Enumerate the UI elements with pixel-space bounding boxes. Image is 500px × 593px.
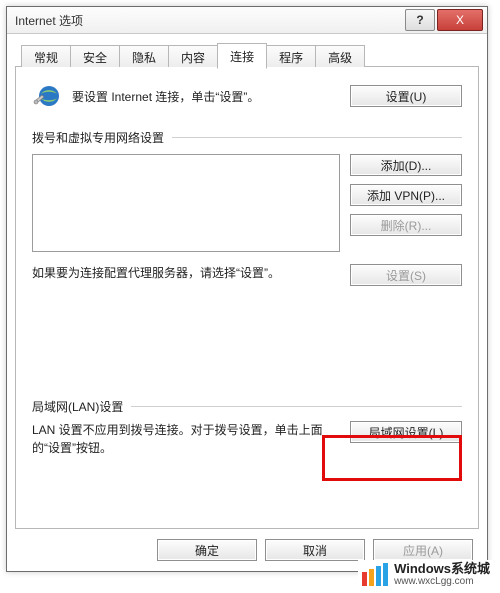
group-divider (131, 406, 462, 407)
ok-button[interactable]: 确定 (157, 539, 257, 561)
dialog-body: 常规 安全 隐私 内容 连接 程序 高级 (15, 43, 479, 529)
setup-button[interactable]: 设置(U) (350, 85, 462, 107)
dialup-row: 添加(D)... 添加 VPN(P)... 删除(R)... (32, 154, 462, 252)
add-vpn-button[interactable]: 添加 VPN(P)... (350, 184, 462, 206)
group-divider (172, 137, 462, 138)
lan-settings-button[interactable]: 局域网设置(L) (350, 421, 462, 443)
lan-group-label: 局域网(LAN)设置 (32, 398, 462, 415)
setup-row: 要设置 Internet 连接，单击“设置”。 设置(U) (32, 81, 462, 111)
bar (362, 572, 367, 586)
watermark-line2: www.wxcLgg.com (394, 576, 490, 587)
connections-listbox[interactable] (32, 154, 340, 252)
bar (376, 566, 381, 586)
help-button[interactable]: ? (405, 9, 435, 31)
lan-text: LAN 设置不应用到拨号连接。对于拨号设置，单击上面的“设置”按钮。 (32, 421, 340, 457)
add-button[interactable]: 添加(D)... (350, 154, 462, 176)
window-title: Internet 选项 (7, 12, 405, 29)
tab-strip: 常规 安全 隐私 内容 连接 程序 高级 (15, 43, 479, 67)
tab-row: 常规 安全 隐私 内容 连接 程序 高级 (21, 45, 364, 69)
bar (383, 563, 388, 586)
tab-general[interactable]: 常规 (21, 45, 71, 68)
watermark-text: Windows系统城 www.wxcLgg.com (394, 562, 490, 587)
tab-connections[interactable]: 连接 (217, 43, 267, 69)
watermark-bars-icon (362, 563, 388, 586)
tab-privacy[interactable]: 隐私 (119, 45, 169, 68)
dialup-group-label-text: 拨号和虚拟专用网络设置 (32, 129, 164, 146)
title-bar: Internet 选项 ? X (7, 7, 487, 34)
tab-advanced[interactable]: 高级 (315, 45, 365, 68)
lan-row: LAN 设置不应用到拨号连接。对于拨号设置，单击上面的“设置”按钮。 局域网设置… (32, 421, 462, 457)
watermark-line1: Windows系统城 (394, 562, 490, 576)
globe-icon (32, 81, 62, 111)
remove-button[interactable]: 删除(R)... (350, 214, 462, 236)
close-button[interactable]: X (437, 9, 483, 31)
tab-page-connections: 要设置 Internet 连接，单击“设置”。 设置(U) 拨号和虚拟专用网络设… (15, 67, 479, 529)
tab-programs[interactable]: 程序 (266, 45, 316, 68)
proxy-row: 如果要为连接配置代理服务器，请选择“设置”。 设置(S) (32, 264, 462, 286)
proxy-text: 如果要为连接配置代理服务器，请选择“设置”。 (32, 264, 340, 282)
lan-group: 局域网(LAN)设置 LAN 设置不应用到拨号连接。对于拨号设置，单击上面的“设… (32, 398, 462, 457)
setup-text: 要设置 Internet 连接，单击“设置”。 (72, 88, 340, 105)
dialog-window: Internet 选项 ? X 常规 安全 隐私 内容 连接 程序 高级 (6, 6, 488, 572)
watermark: Windows系统城 www.wxcLgg.com (358, 560, 494, 589)
cancel-button[interactable]: 取消 (265, 539, 365, 561)
tab-content[interactable]: 内容 (168, 45, 218, 68)
dialup-settings-button[interactable]: 设置(S) (350, 264, 462, 286)
lan-group-label-text: 局域网(LAN)设置 (32, 398, 123, 415)
dialup-group-label: 拨号和虚拟专用网络设置 (32, 129, 462, 146)
dialup-button-column: 添加(D)... 添加 VPN(P)... 删除(R)... (350, 154, 462, 252)
bar (369, 569, 374, 586)
tab-security[interactable]: 安全 (70, 45, 120, 68)
apply-button[interactable]: 应用(A) (373, 539, 473, 561)
dialup-group: 拨号和虚拟专用网络设置 添加(D)... 添加 VPN(P)... 删除(R).… (32, 129, 462, 286)
